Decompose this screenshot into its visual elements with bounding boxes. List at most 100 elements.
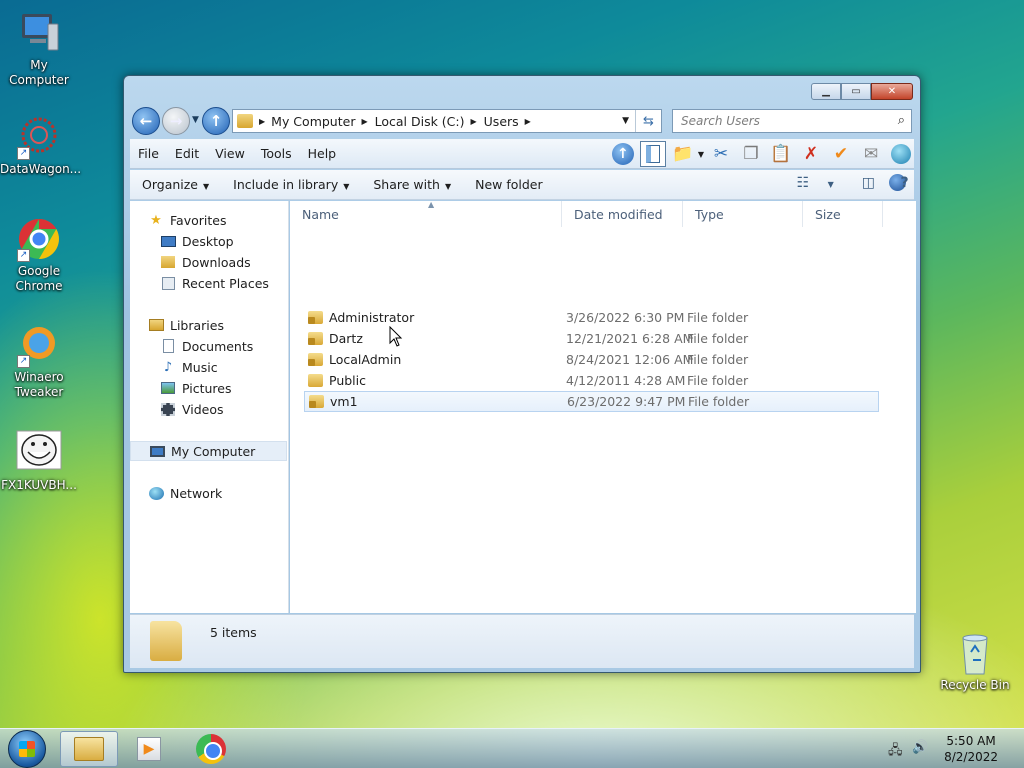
globe-button[interactable] (888, 141, 914, 167)
help-button[interactable]: ? (889, 174, 909, 191)
recycle-bin-icon (952, 630, 998, 676)
column-header-type[interactable]: Type (683, 201, 803, 227)
include-in-library-button[interactable]: Include in library ▼ (221, 177, 361, 192)
search-icon[interactable]: ⌕ (898, 113, 905, 128)
details-pane: 5 items (130, 614, 914, 668)
address-bar[interactable]: ▶ My Computer ▶ Local Disk (C:) ▶ Users ▶ ▼… (232, 109, 662, 133)
breadcrumb-users[interactable]: Users (484, 114, 519, 129)
nav-recent-places[interactable]: Recent Places (160, 273, 269, 293)
menu-tools[interactable]: Tools (253, 146, 300, 161)
email-button[interactable]: ✉ (858, 141, 884, 167)
file-row-vm1[interactable]: vm1 6/23/2022 9:47 PM File folder (304, 391, 879, 412)
chevron-right-icon[interactable]: ▶ (525, 117, 531, 126)
menu-help[interactable]: Help (300, 146, 345, 161)
maximize-button[interactable]: ▭ (841, 83, 871, 100)
nav-downloads[interactable]: Downloads (160, 252, 251, 272)
nav-favorites[interactable]: ★ Favorites (148, 210, 226, 230)
change-view-button[interactable]: ☷ ▼ (783, 175, 834, 191)
explorer-folders-icon (74, 737, 104, 761)
network-tray-icon[interactable]: 🖧 (888, 741, 903, 763)
desktop-icon-datawagon[interactable]: ↗ DataWagon... (0, 114, 81, 177)
new-folder-button[interactable]: New folder (463, 177, 555, 192)
start-button[interactable] (8, 730, 46, 768)
menu-edit[interactable]: Edit (167, 146, 207, 161)
menu-view[interactable]: View (207, 146, 253, 161)
chevron-down-icon: ▼ (827, 179, 834, 189)
computer-icon (149, 443, 165, 459)
file-type: File folder (687, 310, 749, 325)
breadcrumb-local-disk[interactable]: Local Disk (C:) (375, 114, 465, 129)
preview-pane-button[interactable]: ◫ (848, 175, 875, 191)
chevron-down-icon[interactable]: ▼ (698, 150, 704, 159)
nav-label: My Computer (171, 443, 256, 459)
nav-documents[interactable]: Documents (160, 336, 253, 356)
search-input[interactable]: Search Users ⌕ (672, 109, 912, 133)
shortcut-arrow-icon: ↗ (17, 147, 30, 160)
up-button[interactable]: ↑ (202, 107, 230, 135)
paste-button[interactable]: 📋 (768, 141, 794, 167)
properties-button[interactable]: ✔ (828, 141, 854, 167)
nav-label: Favorites (170, 212, 227, 228)
desktop-icon-my-computer[interactable]: My Computer (0, 10, 78, 88)
nav-pictures[interactable]: Pictures (160, 378, 232, 398)
taskbar-explorer-button[interactable] (60, 731, 118, 767)
close-button[interactable]: ✕ (871, 83, 913, 100)
desktop-icon-label: FX1KUVBH... (1, 478, 77, 492)
file-row-administrator[interactable]: Administrator 3/26/2022 6:30 PM File fold… (304, 307, 879, 328)
desktop-icon-label: Winaero Tweaker (14, 370, 64, 399)
forward-button[interactable]: → (162, 107, 190, 135)
desktop-icon-google-chrome[interactable]: ↗ Google Chrome (0, 216, 78, 294)
refresh-button[interactable]: ⇆ (635, 110, 661, 132)
breadcrumb-my-computer[interactable]: My Computer (271, 114, 355, 129)
file-date: 4/12/2011 4:28 AM (566, 373, 686, 388)
chevron-right-icon[interactable]: ▶ (259, 117, 265, 126)
column-label: Date modified (574, 206, 663, 222)
nav-label: Pictures (182, 380, 232, 396)
desktop-icon-fx1kuvbh[interactable]: FX1KUVBH... (0, 430, 78, 493)
volume-icon[interactable]: 🔊 (912, 740, 928, 755)
nav-videos[interactable]: Videos (160, 399, 224, 419)
folder-options-button[interactable]: 📁 (670, 141, 696, 167)
nav-my-computer[interactable]: My Computer (130, 441, 287, 461)
file-row-public[interactable]: Public 4/12/2011 4:28 AM File folder (304, 370, 879, 391)
column-header-size[interactable]: Size (803, 201, 883, 227)
recent-pages-dropdown[interactable]: ▼ (192, 115, 199, 125)
file-name: Dartz (329, 331, 363, 346)
folder-icon (308, 374, 323, 387)
nav-network[interactable]: Network (148, 483, 222, 503)
file-row-localadmin[interactable]: LocalAdmin 8/24/2021 12:06 AM File folder (304, 349, 879, 370)
view-controls: ☷ ▼ ◫ ? (769, 174, 909, 191)
film-strip-icon (160, 401, 176, 417)
chrome-icon (196, 734, 226, 764)
nav-music[interactable]: ♪ Music (160, 357, 218, 377)
taskbar-media-player-button[interactable]: ▶ (120, 731, 178, 767)
taskbar-chrome-button[interactable] (182, 731, 240, 767)
up-folder-button[interactable]: ↑ (610, 141, 636, 167)
copy-button[interactable]: ❐ (738, 141, 764, 167)
column-header-name[interactable]: ▲ Name (290, 200, 562, 227)
close-icon: ✕ (887, 86, 897, 97)
share-with-button[interactable]: Share with ▼ (361, 177, 463, 192)
minimize-button[interactable]: ▁ (811, 83, 841, 100)
copy-icon: ❐ (743, 144, 759, 164)
address-history-dropdown[interactable]: ▼ (622, 116, 629, 126)
nav-libraries[interactable]: Libraries (148, 315, 224, 335)
desktop-icon-recycle-bin[interactable]: Recycle Bin (936, 630, 1014, 693)
clock[interactable]: 5:50 AM 8/2/2022 (944, 733, 998, 765)
desktop-icon-winaero-tweaker[interactable]: ↗ Winaero Tweaker (0, 322, 78, 400)
documents-icon (160, 338, 176, 354)
maximize-icon: ▭ (851, 86, 861, 97)
back-button[interactable]: ← (132, 107, 160, 135)
cut-button[interactable]: ✂ (708, 141, 734, 167)
column-header-date[interactable]: Date modified (562, 201, 683, 227)
organize-button[interactable]: Organize ▼ (130, 177, 221, 192)
nav-desktop[interactable]: Desktop (160, 231, 234, 251)
file-date: 8/24/2021 12:06 AM (566, 352, 694, 367)
chevron-down-icon: ▼ (343, 182, 350, 191)
chevron-right-icon[interactable]: ▶ (471, 117, 477, 126)
folders-pane-button[interactable] (639, 141, 666, 167)
taskbar: ▶ 🖧 🔊 5:50 AM 8/2/2022 (0, 728, 1024, 768)
delete-button[interactable]: ✗ (798, 141, 824, 167)
menu-file[interactable]: File (130, 146, 167, 161)
chevron-right-icon[interactable]: ▶ (361, 117, 367, 126)
